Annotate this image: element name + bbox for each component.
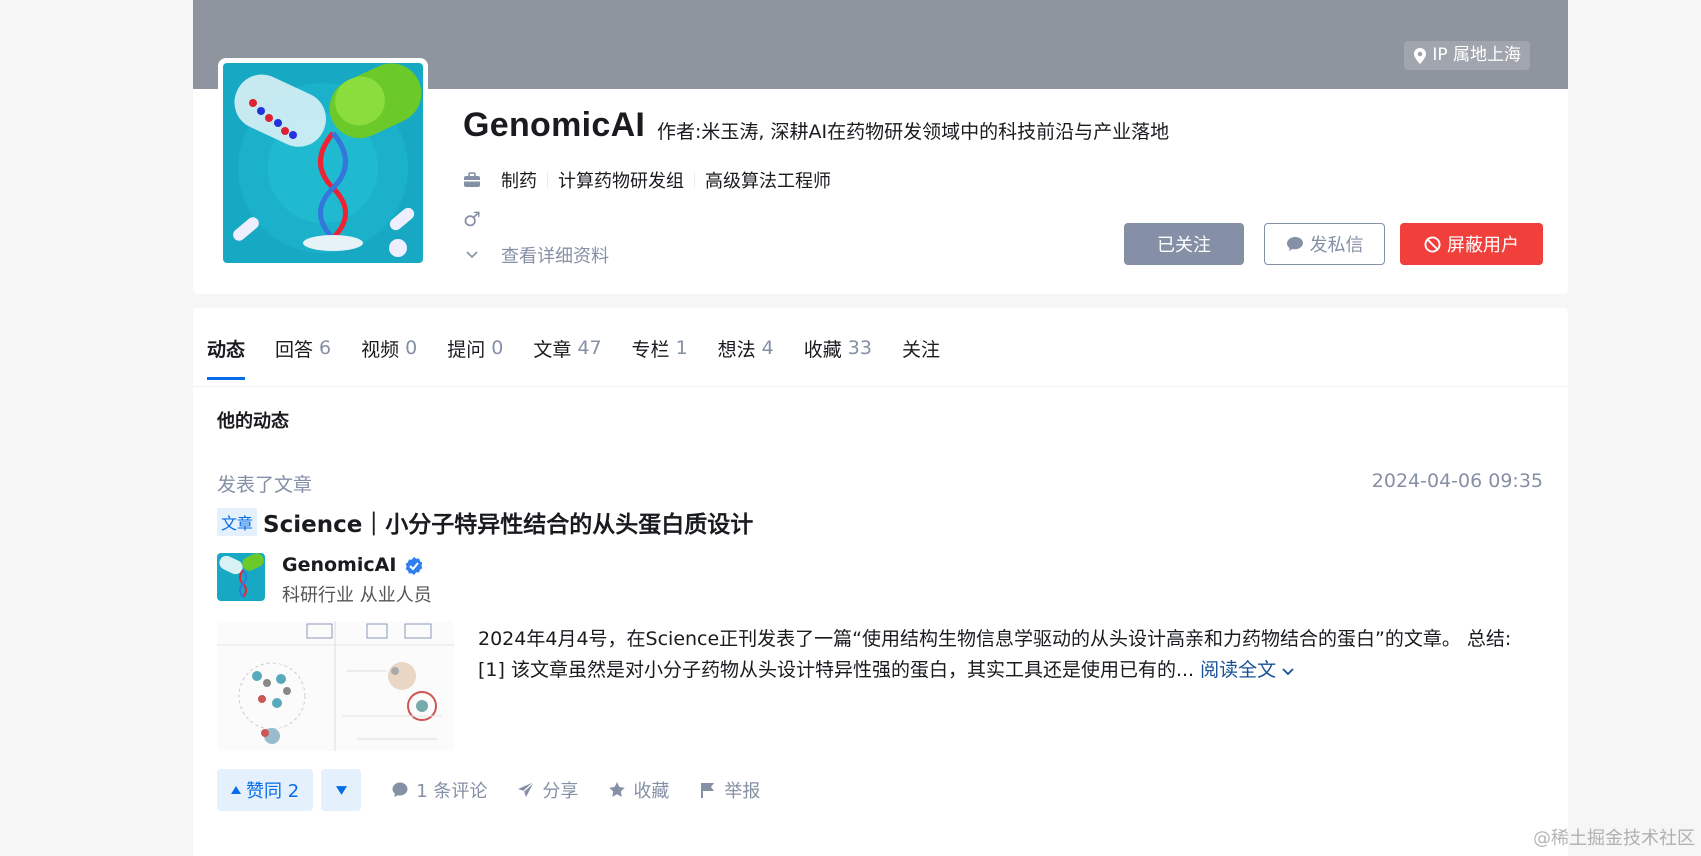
business-info: 制药 计算药物研发组 高级算法工程师 xyxy=(463,167,831,193)
avatar-image xyxy=(223,63,423,263)
tab-count: 6 xyxy=(319,337,332,359)
triangle-down-icon xyxy=(335,785,347,795)
chat-bubble-icon xyxy=(1286,237,1303,251)
section-title: 他的动态 xyxy=(217,411,289,432)
tab-count: 47 xyxy=(577,337,602,359)
tab-label: 收藏 xyxy=(803,338,842,361)
industry-text: 制药 xyxy=(501,171,537,192)
tab-thoughts[interactable]: 想法 4 xyxy=(718,318,774,378)
report-label: 举报 xyxy=(724,781,761,802)
tab-count: 0 xyxy=(491,337,504,359)
position-text: 高级算法工程师 xyxy=(705,171,831,192)
profile-content-card: 动态 回答 6 视频 0 提问 0 文章 47 专栏 1 想法 4 收藏 33 关注 他的动态… xyxy=(193,308,1568,856)
tab-activity[interactable]: 动态 xyxy=(207,318,246,380)
tab-count: 0 xyxy=(405,337,418,359)
user-name: GenomicAI xyxy=(463,106,646,144)
article-thumbnail[interactable] xyxy=(217,621,454,751)
article-tag: 文章 xyxy=(217,508,258,536)
comments-button[interactable]: 1 条评论 xyxy=(391,777,487,803)
profile-tabs: 动态 回答 6 视频 0 提问 0 文章 47 专栏 1 想法 4 收藏 33 关注 xyxy=(207,308,970,386)
paper-plane-icon xyxy=(518,781,535,797)
author-name-row: GenomicAI xyxy=(282,553,432,578)
favorite-button[interactable]: 收藏 xyxy=(608,777,669,803)
block-user-label: 屏蔽用户 xyxy=(1447,235,1519,256)
share-label: 分享 xyxy=(542,781,579,802)
followed-button-label: 已关注 xyxy=(1157,235,1211,256)
author-text: GenomicAI 科研行业 从业人员 xyxy=(282,553,432,607)
location-pin-icon xyxy=(1414,47,1427,64)
comment-icon xyxy=(392,782,408,797)
avatar[interactable] xyxy=(218,58,428,268)
downvote-button[interactable] xyxy=(321,769,362,811)
send-message-button[interactable]: 发私信 xyxy=(1264,223,1385,265)
gender-info: ♂ xyxy=(463,207,481,231)
organization-text: 计算药物研发组 xyxy=(558,171,684,192)
tab-collections[interactable]: 收藏 33 xyxy=(804,318,872,378)
verified-badge-icon xyxy=(406,556,423,575)
tab-count: 33 xyxy=(847,337,872,359)
tabs-divider xyxy=(193,386,1568,387)
favorite-label: 收藏 xyxy=(633,781,670,802)
upvote-button[interactable]: 赞同 2 xyxy=(217,769,314,811)
male-icon: ♂ xyxy=(463,207,481,231)
send-message-label: 发私信 xyxy=(1309,235,1364,256)
followed-button[interactable]: 已关注 xyxy=(1124,223,1244,265)
report-button[interactable]: 举报 xyxy=(699,777,760,803)
view-details-link[interactable]: 查看详细资料 xyxy=(463,242,609,268)
tab-questions[interactable]: 提问 0 xyxy=(447,318,503,378)
read-more-link[interactable]: 阅读全文 xyxy=(1200,659,1294,681)
tab-label: 想法 xyxy=(717,338,756,361)
read-more-label: 阅读全文 xyxy=(1200,659,1277,681)
tab-label: 提问 xyxy=(447,338,486,361)
tab-label: 回答 xyxy=(275,338,314,361)
article-title: Science｜小分子特异性结合的从头蛋白质设计 xyxy=(263,512,754,538)
author-name[interactable]: GenomicAI xyxy=(282,553,396,578)
article-title-link[interactable]: 文章 Science｜小分子特异性结合的从头蛋白质设计 xyxy=(217,505,753,539)
tab-label: 专栏 xyxy=(631,338,670,361)
block-user-button[interactable]: 屏蔽用户 xyxy=(1400,223,1543,265)
chevron-down-icon xyxy=(463,246,481,264)
article-excerpt-text: 2024年4月4号，在Science正刊发表了一篇“使用结构生物信息学驱动的从头… xyxy=(478,628,1512,681)
author-avatar-image xyxy=(217,553,265,601)
block-icon xyxy=(1424,235,1441,253)
comments-label: 1 条评论 xyxy=(416,781,488,802)
separator xyxy=(547,172,548,188)
flag-icon xyxy=(701,783,715,798)
watermark: @稀土掘金技术社区 xyxy=(1533,828,1695,849)
separator xyxy=(694,172,695,188)
upvote-label: 赞同 2 xyxy=(246,781,300,802)
article-excerpt[interactable]: 2024年4月4号，在Science正刊发表了一篇“使用结构生物信息学驱动的从头… xyxy=(478,624,1543,686)
article-thumbnail-image xyxy=(217,621,454,751)
view-details-label: 查看详细资料 xyxy=(501,246,609,267)
tab-articles[interactable]: 文章 47 xyxy=(533,318,601,378)
author-info: GenomicAI 科研行业 从业人员 xyxy=(217,553,432,607)
ip-location-badge: IP 属地上海 xyxy=(1404,41,1530,70)
tab-label: 关注 xyxy=(901,338,940,361)
triangle-up-icon xyxy=(231,786,241,794)
author-avatar[interactable] xyxy=(217,553,265,607)
tab-columns[interactable]: 专栏 1 xyxy=(632,318,688,378)
tab-count: 1 xyxy=(675,337,688,359)
activity-time: 2024-04-06 09:35 xyxy=(1371,470,1543,492)
briefcase-icon xyxy=(463,171,481,189)
tab-following[interactable]: 关注 xyxy=(902,318,940,378)
tab-label: 视频 xyxy=(361,338,400,361)
tab-count: 4 xyxy=(761,337,774,359)
tab-label: 文章 xyxy=(533,338,572,361)
ip-location-text: IP 属地上海 xyxy=(1432,45,1521,65)
profile-header-card: IP 属地上海 GenomicAI 作者:米玉涛, 深耕AI在药物研发领域中的科… xyxy=(193,0,1568,294)
author-description: 科研行业 从业人员 xyxy=(282,585,432,606)
activity-action: 发表了文章 xyxy=(217,474,313,496)
user-headline: 作者:米玉涛, 深耕AI在药物研发领域中的科技前沿与产业落地 xyxy=(657,121,1170,143)
tab-answers[interactable]: 回答 6 xyxy=(275,318,331,378)
share-button[interactable]: 分享 xyxy=(517,777,578,803)
tab-videos[interactable]: 视频 0 xyxy=(361,318,417,378)
article-actions: 赞同 2 1 条评论 分享 收藏 举报 xyxy=(217,769,760,811)
tab-label: 动态 xyxy=(207,338,246,361)
chevron-down-icon xyxy=(1282,668,1294,676)
star-icon xyxy=(609,782,626,797)
